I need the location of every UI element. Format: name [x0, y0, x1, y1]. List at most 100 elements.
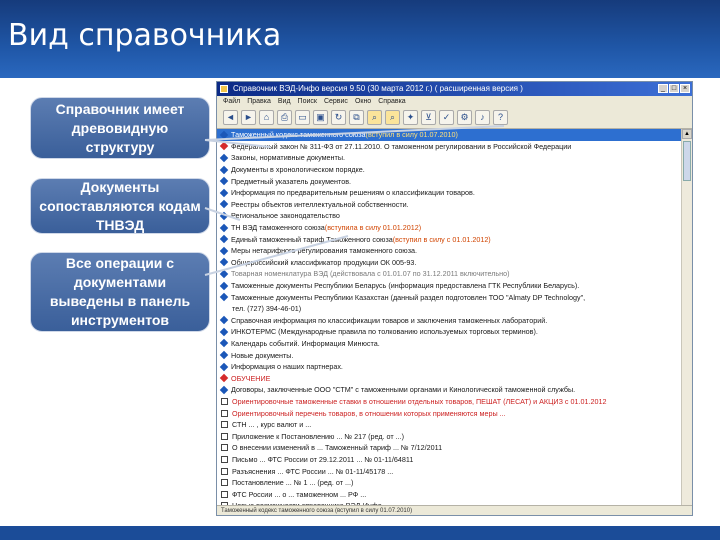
book-icon: [219, 234, 229, 244]
slide-header: Вид справочника: [0, 0, 720, 78]
tree-item[interactable]: ТН ВЭД таможенного союза (вступила в сил…: [217, 222, 682, 234]
back-icon[interactable]: ◄: [223, 110, 238, 125]
book-icon: [219, 153, 229, 163]
tree-item[interactable]: Товарная номенклатура ВЭД (действовала с…: [217, 268, 682, 280]
tree-item-label: Информация по предварительным решениям о…: [231, 188, 475, 198]
tree-item-label: Письмо ... ФТС России от 29.12.2011 ... …: [232, 454, 414, 464]
maximize-icon[interactable]: □: [669, 84, 679, 93]
window-controls: _ □ ×: [658, 84, 690, 93]
home-icon[interactable]: ⌂: [259, 110, 274, 125]
tree-item[interactable]: Календарь событий. Информация Минюста.: [217, 338, 682, 350]
tree-item-label: Ориентировочные таможенные ставки в отно…: [232, 396, 607, 406]
callout-tnved-codes: Документы сопоставляются кодам ТНВЭД: [30, 178, 210, 234]
menu-item[interactable]: Файл: [223, 96, 240, 107]
menu-item[interactable]: Правка: [247, 96, 271, 107]
sound-icon[interactable]: ♪: [475, 110, 490, 125]
tree-item[interactable]: Реестры объектов интеллектуальной собств…: [217, 199, 682, 211]
tree-item[interactable]: Предметный указатель документов.: [217, 175, 682, 187]
tree-item-label: Таможенные документы Республики Казахста…: [231, 292, 586, 302]
book-icon: [219, 223, 229, 232]
tree-item-label: О внесении изменений в ... Таможенный та…: [232, 443, 443, 453]
book-icon: [219, 258, 229, 267]
tree-item[interactable]: Единый таможенный тариф Таможенного союз…: [217, 233, 682, 245]
help-icon[interactable]: ?: [493, 110, 508, 125]
tree-item[interactable]: Законы, нормативные документы.: [217, 152, 682, 164]
copy-icon[interactable]: ⧉: [349, 110, 364, 125]
tree-item[interactable]: Меры нетарифного регулирования таможенно…: [217, 245, 682, 257]
scroll-up-icon[interactable]: ▲: [682, 129, 692, 139]
tree-item[interactable]: Федеральный закон № 311-ФЗ от 27.11.2010…: [217, 141, 682, 153]
save-icon[interactable]: ▣: [313, 110, 328, 125]
forward-icon[interactable]: ►: [241, 110, 256, 125]
tree-item[interactable]: ИНКОТЕРМС (Международные правила по толк…: [217, 326, 682, 338]
tree-item[interactable]: Таможенные документы Республики Казахста…: [217, 291, 682, 303]
vertical-scrollbar[interactable]: ▲: [681, 129, 692, 507]
document-icon: [221, 432, 228, 440]
book-icon: [219, 292, 229, 302]
find-icon[interactable]: ⌕: [385, 110, 400, 125]
tree-item-label: Федеральный закон № 311-ФЗ от 27.11.2010…: [231, 141, 572, 151]
callout-toolbar-operations: Все операции с документами выведены в па…: [30, 252, 210, 332]
tree-item-label: тел. (727) 394-46-01): [232, 304, 302, 314]
tree-item-label: Таможенные документы Республики Беларусь…: [231, 281, 580, 291]
minimize-icon[interactable]: _: [658, 84, 668, 93]
tree-item[interactable]: Региональное законодательство: [217, 210, 682, 222]
document-icon: [221, 409, 228, 417]
tree-item[interactable]: Информация по предварительным решениям о…: [217, 187, 682, 199]
refresh-icon[interactable]: ↻: [331, 110, 346, 125]
blank-icon: [221, 305, 228, 312]
tree-item[interactable]: Разъяснения ... ФТС России ... № 01-11/4…: [217, 465, 682, 477]
tree-item[interactable]: Справочная информация по классификации т…: [217, 315, 682, 327]
tree-item[interactable]: Постановление ... № 1 ... (ред. от ...): [217, 477, 682, 489]
app-window-title: Справочник ВЭД-Инфо версия 9.50 (30 март…: [233, 84, 523, 93]
document-icon: [221, 421, 228, 429]
bookmark-icon[interactable]: ✦: [403, 110, 418, 125]
tree-item-label: Реестры объектов интеллектуальной собств…: [231, 199, 409, 209]
book-icon: [219, 339, 229, 348]
tree-item-label: Постановление ... № 1 ... (ред. от ...): [232, 478, 354, 488]
scroll-thumb[interactable]: [683, 141, 691, 181]
tree-item[interactable]: тел. (727) 394-46-01): [217, 303, 682, 315]
tree-item-label: Общероссийский классификатор продукции О…: [231, 257, 417, 267]
tree-item[interactable]: Ориентировочный перечень товаров, в отно…: [217, 407, 682, 419]
tree-item[interactable]: Новые документы.: [217, 349, 682, 361]
print-icon[interactable]: ⎙: [277, 110, 292, 125]
tree-item[interactable]: ФТС России ... о ... таможенном ... РФ .…: [217, 488, 682, 500]
tree-item[interactable]: Таможенные документы Республики Беларусь…: [217, 280, 682, 292]
tree-item-label: Региональное законодательство: [231, 211, 340, 221]
tree-item[interactable]: Таможенный кодекс таможенного союза (вст…: [217, 129, 682, 141]
menu-item[interactable]: Сервис: [324, 96, 348, 107]
settings-icon[interactable]: ⚙: [457, 110, 472, 125]
tree-item[interactable]: Письмо ... ФТС России от 29.12.2011 ... …: [217, 454, 682, 466]
menu-item[interactable]: Вид: [278, 96, 291, 107]
menu-item[interactable]: Справка: [378, 96, 405, 107]
tree-item-label: ИНКОТЕРМС (Международные правила по толк…: [231, 327, 538, 337]
tree-item[interactable]: СТН ... , курс валют и ...: [217, 419, 682, 431]
tree-item[interactable]: О внесении изменений в ... Таможенный та…: [217, 442, 682, 454]
tree-item-label: Ориентировочный перечень товаров, в отно…: [232, 408, 506, 418]
close-icon[interactable]: ×: [680, 84, 690, 93]
filter-icon[interactable]: ⊻: [421, 110, 436, 125]
tree-item[interactable]: ОБУЧЕНИЕ: [217, 372, 682, 384]
tree-item[interactable]: Документы в хронологическом порядке.: [217, 164, 682, 176]
mark-icon[interactable]: ✓: [439, 110, 454, 125]
tree-item[interactable]: Общероссийский классификатор продукции О…: [217, 257, 682, 269]
menu-item[interactable]: Окно: [355, 96, 371, 107]
search-icon[interactable]: ⌕: [367, 110, 382, 125]
open-icon[interactable]: ▭: [295, 110, 310, 125]
slide-footer-bar: [0, 526, 720, 540]
document-icon: [221, 455, 228, 463]
tree-item[interactable]: Ориентировочные таможенные ставки в отно…: [217, 396, 682, 408]
tree-item[interactable]: Информация о наших партнерах.: [217, 361, 682, 373]
book-icon: [219, 130, 229, 140]
tree-item[interactable]: Приложение к Постановлению ... № 217 (ре…: [217, 430, 682, 442]
tree-item[interactable]: Договоры, заключенные ООО "СТМ" с таможе…: [217, 384, 682, 396]
slide: Вид справочника Справочник имеет древови…: [0, 0, 720, 540]
tree-item-label: Предметный указатель документов.: [231, 176, 352, 186]
tree-item-label: Меры нетарифного регулирования таможенно…: [231, 246, 417, 256]
menu-bar: Файл Правка Вид Поиск Сервис Окно Справка: [217, 96, 692, 107]
tree-item-note: (вступил в силу 01.07.2010): [365, 130, 458, 140]
app-icon: [220, 85, 228, 93]
app-titlebar: Справочник ВЭД-Инфо версия 9.50 (30 март…: [217, 82, 692, 96]
menu-item[interactable]: Поиск: [298, 96, 317, 107]
